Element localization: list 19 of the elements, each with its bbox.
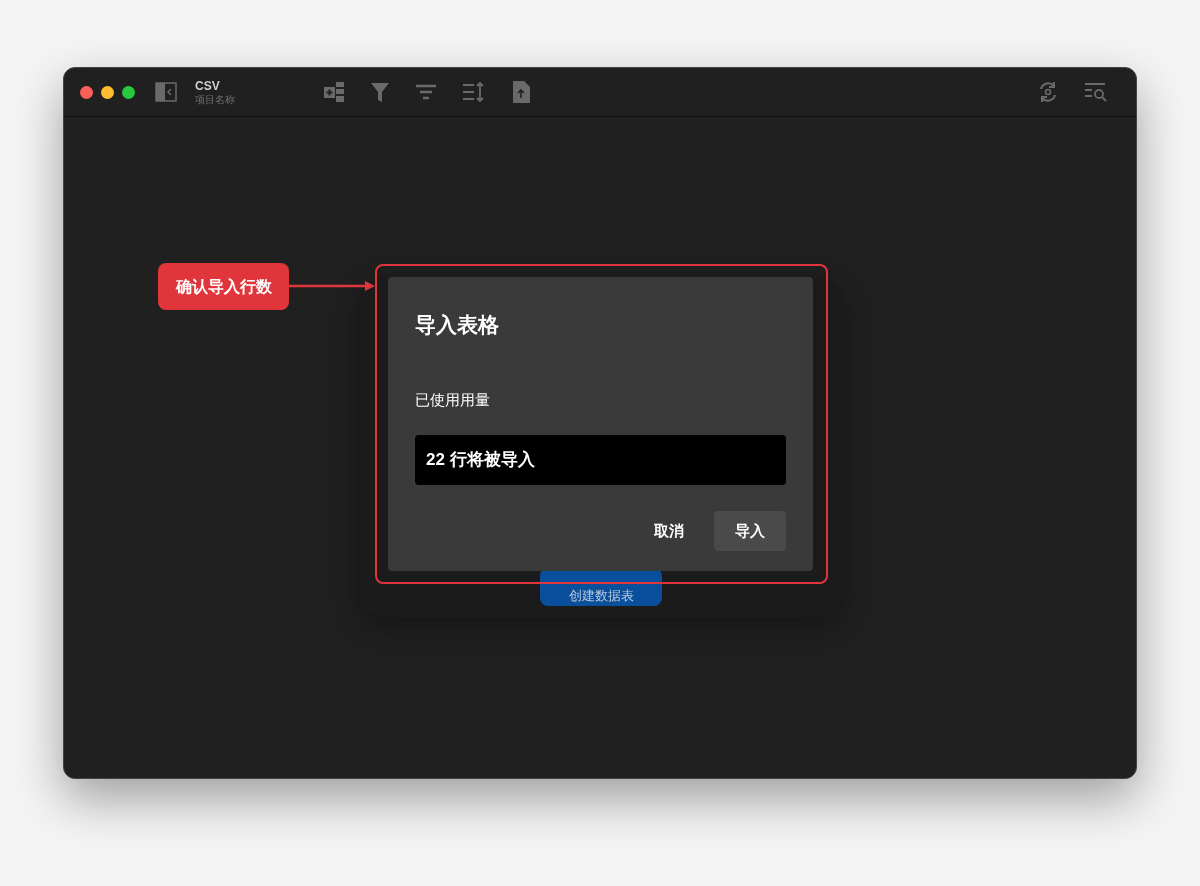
file-upload-icon[interactable] <box>511 80 531 104</box>
row-height-icon[interactable] <box>462 81 486 103</box>
dialog-title: 导入表格 <box>415 312 500 338</box>
minimize-button[interactable] <box>101 85 114 99</box>
zoom-button[interactable] <box>122 85 135 99</box>
refresh-icon[interactable] <box>1037 81 1059 103</box>
add-table-icon[interactable] <box>323 81 345 103</box>
window-subtitle: 项目名称 <box>195 94 235 105</box>
sort-lines-icon[interactable] <box>415 83 437 101</box>
import-count-text: 22 行将被导入 <box>426 449 535 472</box>
section-label: 已使用用量 <box>415 389 491 410</box>
close-button[interactable] <box>80 85 93 99</box>
import-button[interactable]: 导入 <box>714 511 786 551</box>
callout-label: 确认导入行数 <box>158 263 289 310</box>
filter-icon[interactable] <box>370 81 390 103</box>
sidebar-toggle-icon[interactable] <box>155 82 177 102</box>
window-title: CSV <box>195 79 221 92</box>
search-list-icon[interactable] <box>1084 82 1108 102</box>
cancel-button[interactable]: 取消 <box>638 511 700 551</box>
